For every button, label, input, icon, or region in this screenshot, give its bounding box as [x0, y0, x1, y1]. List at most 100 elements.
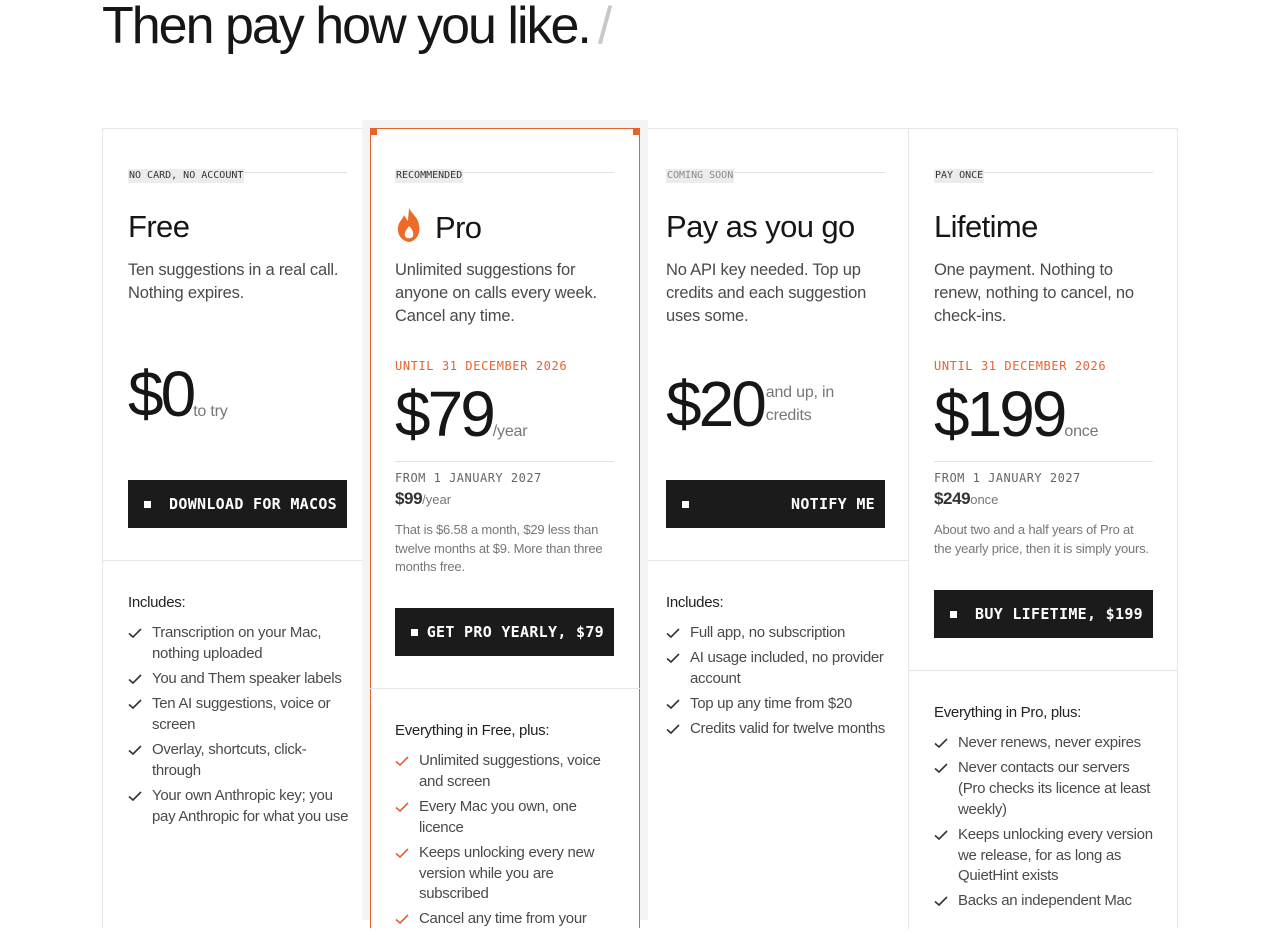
- feature-item: Ten AI suggestions, voice or screen: [128, 694, 350, 735]
- later-price-label: FROM 1 JANUARY 2027: [395, 471, 542, 485]
- plan-tag: NO CARD, NO ACCOUNT: [128, 169, 245, 183]
- plan-description: Ten suggestions in a real call. Nothing …: [128, 261, 339, 302]
- notify-me-button[interactable]: NOTIFY ME: [666, 480, 885, 528]
- plan-tag-row: PAY ONCE: [934, 165, 1153, 183]
- price-amount: $0: [128, 358, 196, 430]
- price-suffix: /year: [492, 423, 528, 440]
- corner-marker: [370, 128, 377, 135]
- check-icon: [395, 914, 409, 925]
- feature-item: Top up any time from $20: [666, 694, 888, 715]
- feature-item: Never contacts our servers (Pro checks i…: [934, 758, 1156, 820]
- plan-price: $20 and up, in credits: [666, 369, 846, 439]
- feature-item: Backs an independent Mac: [934, 891, 1156, 912]
- headline-text: Then pay how you like.: [102, 0, 592, 55]
- square-icon: [950, 610, 957, 618]
- check-icon: [128, 791, 142, 802]
- check-icon: [395, 848, 409, 858]
- promo-until-label: UNTIL 31 DECEMBER 2026: [934, 359, 1107, 373]
- check-icon: [395, 756, 409, 767]
- later-price-label: FROM 1 JANUARY 2027: [934, 471, 1081, 485]
- plan-tag-row: COMING SOON: [666, 165, 885, 183]
- feature-list: Unlimited suggestions, voice and screen …: [395, 751, 617, 935]
- check-icon: [934, 738, 948, 749]
- check-icon: [934, 763, 948, 774]
- check-icon: [128, 674, 142, 685]
- square-icon: [411, 628, 418, 636]
- plan-name: Pro: [395, 207, 482, 248]
- check-icon: [666, 653, 680, 664]
- plan-price: $79/year: [395, 378, 528, 450]
- plan-tag: PAY ONCE: [934, 169, 985, 183]
- button-label: NOTIFY ME: [791, 495, 875, 513]
- feature-item: Overlay, shortcuts, click-through: [128, 740, 350, 781]
- feature-item: Unlimited suggestions, voice and screen: [395, 751, 617, 792]
- plan-name: Free: [128, 209, 190, 244]
- check-icon: [128, 745, 142, 756]
- price-note: About two and a half years of Pro at the…: [934, 522, 1149, 556]
- includes-title: Includes:: [666, 594, 724, 611]
- button-label: GET PRO YEARLY, $79: [426, 623, 604, 641]
- plan-card-lifetime: PAY ONCE Lifetime One payment. Nothing t…: [909, 129, 1177, 929]
- feature-item: Keeps unlocking every new version while …: [395, 843, 617, 905]
- check-icon: [934, 896, 948, 907]
- feature-item: You and Them speaker labels: [128, 669, 350, 690]
- button-label: BUY LIFETIME, $199: [975, 605, 1143, 623]
- includes-title: Everything in Pro, plus:: [934, 704, 1082, 721]
- plan-card-pro: RECOMMENDED Pro Unlimited suggestions fo…: [370, 128, 640, 928]
- plan-card-pay-as-you-go: COMING SOON Pay as you go No API key nee…: [641, 129, 909, 929]
- feature-item: Full app, no subscription: [666, 623, 888, 644]
- promo-until-label: UNTIL 31 DECEMBER 2026: [395, 359, 568, 373]
- plan-tag: COMING SOON: [666, 169, 735, 183]
- get-pro-yearly-button[interactable]: GET PRO YEARLY, $79: [395, 608, 614, 656]
- price-amount: $79: [395, 378, 496, 450]
- plan-tag: RECOMMENDED: [395, 169, 464, 183]
- download-macos-button[interactable]: DOWNLOAD FOR MACOS: [128, 480, 347, 528]
- check-icon: [395, 802, 409, 813]
- check-icon: [128, 699, 142, 710]
- plan-description: No API key needed. Top up credits and ea…: [666, 261, 867, 325]
- plan-name: Lifetime: [934, 209, 1038, 244]
- plan-price: $199once: [934, 379, 1098, 449]
- page-headline: Then pay how you like. /: [102, 0, 612, 58]
- square-icon: [144, 500, 151, 508]
- feature-item: Transcription on your Mac, nothing uploa…: [128, 623, 350, 664]
- feature-list: Never renews, never expires Never contac…: [934, 733, 1156, 917]
- plan-description: One payment. Nothing to renew, nothing t…: [934, 261, 1134, 325]
- plan-price: $0to try: [128, 359, 228, 429]
- feature-item: Never renews, never expires: [934, 733, 1156, 754]
- square-icon: [682, 500, 689, 508]
- later-price: $99/year: [395, 489, 452, 508]
- price-amount: $199: [934, 378, 1067, 450]
- check-icon: [666, 628, 680, 639]
- price-suffix: and up, in credits: [765, 384, 835, 424]
- flame-icon: [397, 208, 420, 242]
- price-suffix: to try: [193, 403, 228, 420]
- plan-tag-row: NO CARD, NO ACCOUNT: [128, 165, 347, 183]
- feature-item: Every Mac you own, one licence: [395, 797, 617, 838]
- buy-lifetime-button[interactable]: BUY LIFETIME, $199: [934, 590, 1153, 638]
- includes-title: Everything in Free, plus:: [395, 722, 550, 739]
- feature-item: Keeps unlocking every version we release…: [934, 825, 1156, 887]
- feature-list: Transcription on your Mac, nothing uploa…: [128, 623, 350, 832]
- plan-tag-row: RECOMMENDED: [395, 165, 614, 183]
- price-note: That is $6.58 a month, $29 less than twe…: [395, 522, 603, 574]
- plan-card-free: NO CARD, NO ACCOUNT Free Ten suggestions…: [103, 129, 371, 929]
- feature-item: Credits valid for twelve months: [666, 719, 888, 740]
- feature-item: AI usage included, no provider account: [666, 648, 888, 689]
- later-price: $249once: [934, 489, 999, 508]
- check-icon: [934, 830, 948, 840]
- includes-title: Includes:: [128, 594, 186, 611]
- plan-description: Unlimited suggestions for anyone on call…: [395, 261, 597, 325]
- check-icon: [666, 724, 680, 735]
- plan-name: Pay as you go: [666, 209, 855, 244]
- price-suffix: once: [1064, 423, 1099, 440]
- headline-cursor: /: [597, 0, 613, 55]
- feature-item: Your own Anthropic key; you pay Anthropi…: [128, 786, 350, 827]
- price-amount: $20: [666, 368, 767, 440]
- button-label: DOWNLOAD FOR MACOS: [169, 495, 337, 513]
- check-icon: [128, 628, 142, 639]
- corner-marker: [633, 128, 640, 135]
- check-icon: [666, 699, 680, 710]
- feature-list: Full app, no subscription AI usage inclu…: [666, 623, 888, 745]
- feature-item: Cancel any time from your: [395, 909, 617, 930]
